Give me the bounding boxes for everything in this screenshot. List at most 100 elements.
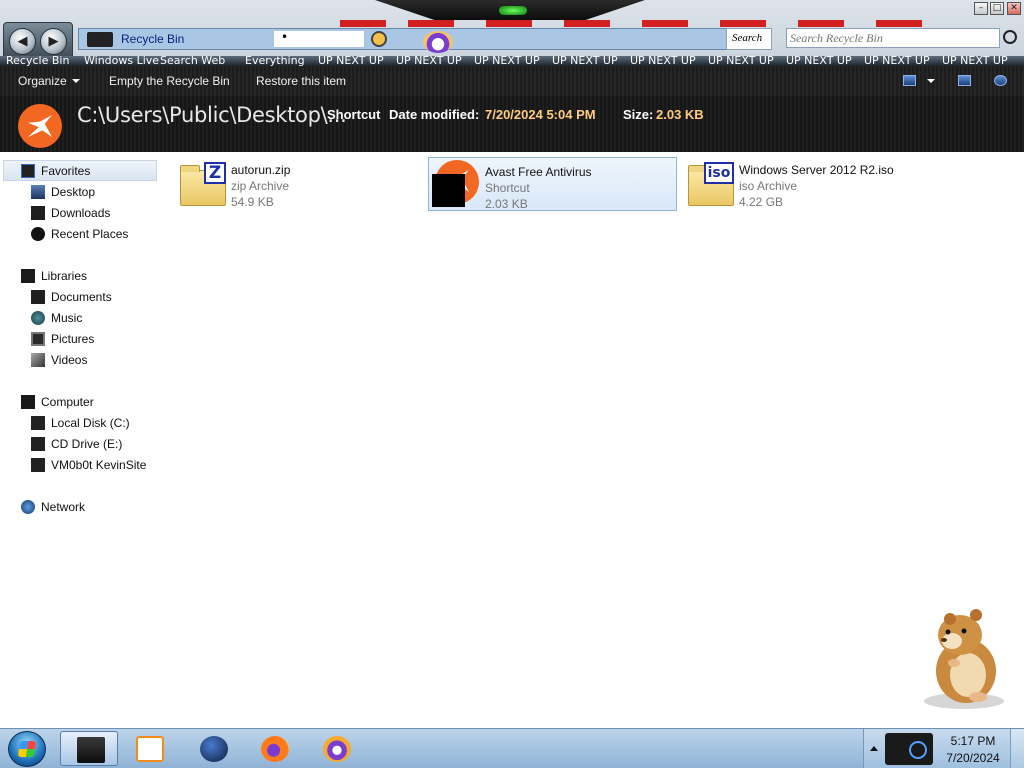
documents-icon <box>31 290 45 304</box>
taskbar-avast-browser-button[interactable] <box>307 731 365 766</box>
recycle-bin-icon <box>87 32 113 47</box>
forward-button[interactable]: ▶ <box>40 28 67 55</box>
organize-menu[interactable]: Organize <box>18 74 80 88</box>
nav-item-videos[interactable]: Videos <box>31 350 151 370</box>
nav-item-cd-drive[interactable]: CD Drive (E:) <box>31 434 151 454</box>
file-name: autorun.zip <box>231 163 291 177</box>
ticker-item: UP NEXT UP <box>708 56 774 66</box>
nav-item-label: Local Disk (C:) <box>51 416 130 430</box>
nav-item-libraries[interactable]: Libraries <box>21 266 151 286</box>
file-item-windows-server-iso[interactable]: iso Windows Server 2012 R2.iso iso Archi… <box>676 156 936 210</box>
chevron-down-icon <box>71 79 80 83</box>
nav-item-label: Computer <box>41 395 94 409</box>
taskbar-firefox-button[interactable] <box>245 731 303 766</box>
ticker-item: UP NEXT UP <box>942 56 1008 66</box>
chevron-up-icon[interactable] <box>870 746 878 751</box>
nav-item-downloads[interactable]: Downloads <box>31 203 151 223</box>
ticker-item: UP NEXT UP <box>864 56 930 66</box>
file-item-avast-shortcut[interactable]: Avast Free Antivirus Shortcut 2.03 KB <box>428 157 677 211</box>
tray-app-icon[interactable] <box>885 733 933 765</box>
file-size: 2.03 KB <box>485 197 528 211</box>
explorer-icon <box>77 737 105 763</box>
nav-item-desktop[interactable]: Desktop <box>31 182 151 202</box>
file-size: 54.9 KB <box>231 195 274 209</box>
nav-item-label: Downloads <box>51 206 111 220</box>
search-input[interactable] <box>787 29 999 47</box>
clock-time[interactable]: 5:17 PM <box>940 734 1006 748</box>
nav-item-network-drive[interactable]: VM0b0t KevinSite <box>31 455 161 475</box>
file-type: iso Archive <box>739 179 798 193</box>
maximize-button[interactable]: □ <box>990 2 1004 15</box>
file-view: Z autorun.zip zip Archive 54.9 KB Avast … <box>166 152 1024 728</box>
globe-icon <box>200 736 228 762</box>
zip-badge-icon: Z <box>204 162 226 184</box>
go-icon[interactable] <box>371 31 387 47</box>
back-button[interactable]: ◀ <box>9 28 36 55</box>
nav-buttons: ◀ ▶ <box>3 22 73 60</box>
minimize-button[interactable]: – <box>974 2 988 15</box>
address-bar[interactable]: Recycle Bin • <box>78 28 770 53</box>
details-path: C:\Users\Public\Desktop\... <box>77 103 347 127</box>
file-name: Windows Server 2012 R2.iso <box>739 163 894 177</box>
restore-item-button[interactable]: Restore this item <box>256 74 346 88</box>
redacted-overlay <box>432 174 465 207</box>
decor-bar <box>486 20 532 27</box>
nav-item-documents[interactable]: Documents <box>31 287 151 307</box>
empty-recycle-bin-button[interactable]: Empty the Recycle Bin <box>109 74 230 88</box>
address-search-button[interactable]: Search <box>726 28 772 50</box>
nav-item-label: Videos <box>51 353 88 367</box>
nav-item-label: Music <box>51 311 83 325</box>
nav-item-label: Pictures <box>51 332 95 346</box>
decor-bar <box>340 20 386 27</box>
details-size-label: Size: <box>623 107 654 122</box>
taskbar-explorer-button[interactable] <box>60 731 118 766</box>
decor-bar <box>408 20 454 27</box>
preview-pane-icon[interactable] <box>958 75 971 86</box>
network-drive-icon <box>31 458 45 472</box>
decor-bar <box>876 20 922 27</box>
ticker-item: UP NEXT UP <box>474 56 540 66</box>
nav-item-favorites[interactable]: Favorites <box>21 161 151 181</box>
organize-label: Organize <box>18 74 67 88</box>
start-button[interactable] <box>8 731 46 767</box>
nav-item-label: Favorites <box>41 164 91 178</box>
zip-archive-icon: Z <box>178 162 226 206</box>
clock-date[interactable]: 7/20/2024 <box>940 751 1006 765</box>
search-icon[interactable] <box>1003 30 1017 44</box>
ticker-strip: Recycle Bin Windows Live Search Web Ever… <box>0 56 1024 66</box>
desktop-icon <box>31 185 45 199</box>
help-icon[interactable] <box>994 75 1007 86</box>
ticker-item: UP NEXT UP <box>396 56 462 66</box>
videos-icon <box>31 353 45 367</box>
show-desktop-button[interactable] <box>1010 729 1024 768</box>
nav-item-computer[interactable]: Computer <box>21 392 151 412</box>
iso-badge-icon: iso <box>704 162 734 184</box>
search-box[interactable] <box>786 28 1000 48</box>
close-button[interactable]: ✕ <box>1007 2 1021 15</box>
nav-item-network[interactable]: Network <box>21 497 151 517</box>
ticker-item: UP NEXT UP <box>552 56 618 66</box>
music-icon <box>31 311 45 325</box>
forward-arrow-icon: ▶ <box>48 34 59 49</box>
iso-archive-icon: iso <box>686 162 734 206</box>
file-item-autorun-zip[interactable]: Z autorun.zip zip Archive 54.9 KB <box>168 156 418 210</box>
ticker-item: Everything <box>245 56 305 66</box>
media-player-icon <box>136 736 164 762</box>
nav-item-pictures[interactable]: Pictures <box>31 329 151 349</box>
nav-item-recent-places[interactable]: Recent Places <box>31 224 151 244</box>
hamster-mascot-icon <box>924 609 1004 709</box>
app-shortcut-icon[interactable] <box>423 31 453 53</box>
nav-item-music[interactable]: Music <box>31 308 151 328</box>
address-location[interactable]: Recycle Bin <box>121 32 184 46</box>
address-chip[interactable]: • <box>274 30 364 47</box>
file-type: zip Archive <box>231 179 290 193</box>
back-arrow-icon: ◀ <box>17 34 28 49</box>
nav-item-local-disk[interactable]: Local Disk (C:) <box>31 413 151 433</box>
taskbar-media-button[interactable] <box>120 731 178 766</box>
address-chip-text: • <box>281 30 289 44</box>
taskbar-globe-button[interactable] <box>184 731 242 766</box>
view-menu-button[interactable] <box>922 74 935 88</box>
view-options-icon[interactable] <box>903 75 916 86</box>
file-type: Shortcut <box>485 181 530 195</box>
recent-places-icon <box>31 227 45 241</box>
